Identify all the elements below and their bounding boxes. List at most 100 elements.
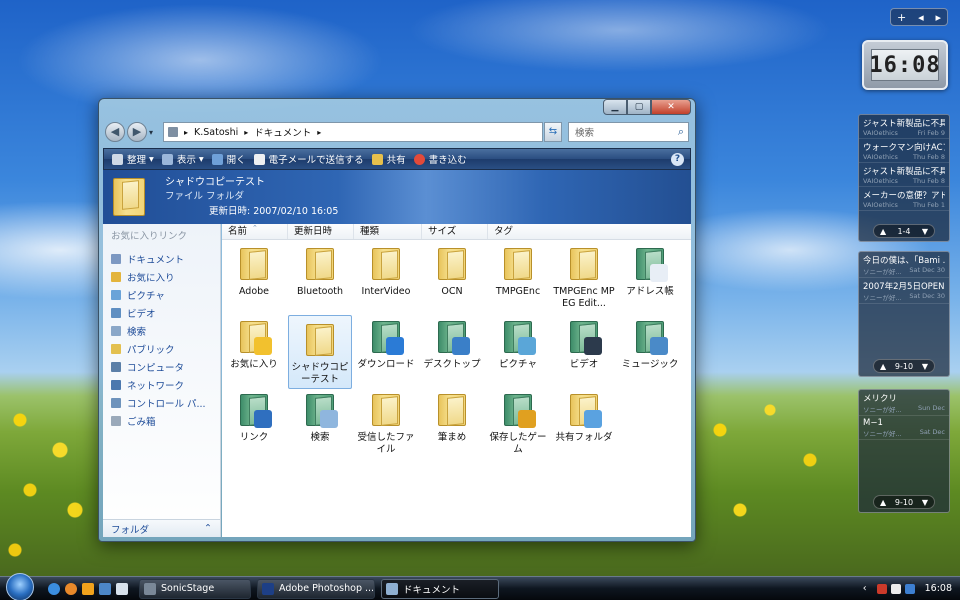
column-name[interactable]: ⌃ 名前: [222, 224, 288, 239]
column-type[interactable]: 種類: [354, 224, 422, 239]
ie-icon[interactable]: [48, 582, 60, 595]
pager-next-icon[interactable]: ▼: [922, 362, 928, 371]
folder-icon: [500, 242, 536, 282]
show-hidden-icons-icon[interactable]: ‹: [863, 583, 867, 594]
task-sonicstage[interactable]: SonicStage: [139, 578, 251, 599]
views-button[interactable]: 表示 ▾: [161, 152, 204, 166]
folder-item[interactable]: Adobe: [222, 242, 286, 298]
pager-next-icon[interactable]: ▼: [922, 498, 928, 507]
folder-item[interactable]: ダウンロード: [354, 315, 418, 371]
feed-pager[interactable]: ▲ 9-10 ▼: [873, 495, 935, 509]
media-player-icon[interactable]: [82, 582, 94, 595]
search-input[interactable]: 検索 ⌕: [568, 122, 689, 142]
refresh-button[interactable]: ⇆: [544, 122, 562, 142]
favorite-link[interactable]: ネットワーク: [103, 376, 220, 394]
folder-item[interactable]: シャドウコピーテスト: [288, 315, 352, 389]
column-size[interactable]: サイズ: [422, 224, 488, 239]
folder-item[interactable]: ミュージック: [618, 315, 682, 371]
folder-item[interactable]: TMPGEnc: [486, 242, 550, 298]
favorite-link[interactable]: パブリック: [103, 340, 220, 358]
folder-item[interactable]: リンク: [222, 388, 286, 444]
burn-button[interactable]: 書き込む: [413, 152, 467, 166]
headline-date: Thu Feb 1: [913, 201, 945, 209]
search-icon[interactable]: ⌕: [678, 125, 684, 139]
organize-button[interactable]: 整理 ▾: [112, 152, 154, 166]
pager-prev-icon[interactable]: ▲: [880, 498, 886, 507]
firefox-icon[interactable]: [65, 582, 77, 595]
favorite-link[interactable]: ドキュメント: [103, 250, 220, 268]
network-icon[interactable]: [876, 583, 887, 594]
favorite-link[interactable]: 検索: [103, 322, 220, 340]
feed-headline[interactable]: メリクリ ソニーが好... Sun Dec: [859, 390, 949, 416]
pager-next-icon[interactable]: ▼: [922, 227, 928, 236]
feed-headline[interactable]: 今日の僕は、「Bami ... ソニーが好... Sat Dec 30: [859, 252, 949, 278]
favorite-link[interactable]: ビデオ: [103, 304, 220, 322]
folder-item[interactable]: 受信したファイル: [354, 388, 418, 456]
mail-icon[interactable]: [116, 582, 128, 595]
address-bar[interactable]: ▸ K.Satoshi ▸ ドキュメント ▸: [163, 122, 543, 142]
email-button[interactable]: 電子メールで送信する: [253, 152, 364, 166]
folders-toggle[interactable]: フォルダ ⌃: [103, 519, 220, 537]
breadcrumb-separator-icon[interactable]: ▸: [184, 128, 188, 137]
back-button[interactable]: ◀: [105, 122, 125, 142]
clock-time: 16:08: [869, 49, 940, 81]
feed-headline[interactable]: M−1 ソニーが好... Sat Dec: [859, 416, 949, 440]
folder-item[interactable]: Bluetooth: [288, 242, 352, 298]
feed-gadget-vaio[interactable]: ジャスト新製品に不具...VAIOethicsFri Feb 9ウォークマン向け…: [858, 114, 950, 242]
folder-item[interactable]: InterVideo: [354, 242, 418, 298]
breadcrumb-documents[interactable]: ドキュメント: [254, 125, 311, 139]
maximize-button[interactable]: ▢: [627, 99, 651, 115]
sidebar-prev-button[interactable]: ◂: [918, 11, 924, 24]
favorite-link[interactable]: お気に入り: [103, 268, 220, 286]
favorite-link[interactable]: コンピュータ: [103, 358, 220, 376]
favorite-link[interactable]: ごみ箱: [103, 412, 220, 430]
start-button[interactable]: [6, 572, 34, 600]
sidebar-add-button[interactable]: +: [897, 11, 906, 24]
feed-gadget-sony[interactable]: 今日の僕は、「Bami ... ソニーが好... Sat Dec 30 2007年2月…: [858, 251, 950, 377]
recent-pages-dropdown[interactable]: ▾: [149, 128, 159, 137]
open-button[interactable]: 開く: [211, 152, 246, 166]
favorite-link[interactable]: ピクチャ: [103, 286, 220, 304]
folder-item[interactable]: 共有フォルダ: [552, 388, 616, 444]
show-desktop-icon[interactable]: [99, 582, 111, 595]
close-button[interactable]: ✕: [651, 99, 691, 115]
help-button[interactable]: ?: [671, 152, 684, 166]
folder-item[interactable]: TMPGEnc MPEG Edit...: [552, 242, 616, 310]
feed-pager[interactable]: ▲ 1-4 ▼: [873, 224, 935, 238]
feed-headline[interactable]: 2007年2月5日OPEN... ソニーが好... Sat Dec 30: [859, 278, 949, 304]
security-icon[interactable]: [904, 583, 915, 594]
folder-item[interactable]: ビデオ: [552, 315, 616, 371]
breadcrumb-separator-icon[interactable]: ▸: [244, 128, 248, 137]
favorite-link[interactable]: コントロール パ...: [103, 394, 220, 412]
folder-item[interactable]: アドレス帳: [618, 242, 682, 298]
feed-headline[interactable]: ジャスト新製品に不具...VAIOethics Thu Feb 8: [859, 163, 949, 187]
feed-gadget-sony-2[interactable]: メリクリ ソニーが好... Sun Dec M−1 ソニーが好... Sat Dec ▲ 9…: [858, 389, 950, 513]
folder-item[interactable]: OCN: [420, 242, 484, 298]
column-modified[interactable]: 更新日時: [288, 224, 354, 239]
forward-button[interactable]: ▶: [127, 122, 147, 142]
breadcrumb-separator-icon[interactable]: ▸: [317, 128, 321, 137]
feed-headline[interactable]: ジャスト新製品に不具...VAIOethics Fri Feb 9: [859, 115, 949, 139]
volume-icon[interactable]: [890, 583, 901, 594]
tray-clock[interactable]: 16:08: [925, 583, 952, 594]
folder-item[interactable]: ピクチャ: [486, 315, 550, 371]
share-button[interactable]: 共有: [371, 152, 406, 166]
folder-item[interactable]: 筆まめ: [420, 388, 484, 444]
email-label: 電子メールで送信する: [268, 155, 364, 166]
folder-item[interactable]: 検索: [288, 388, 352, 444]
feed-headline[interactable]: ウォークマン向けACア...VAIOethics Thu Feb 8: [859, 139, 949, 163]
folder-item[interactable]: デスクトップ: [420, 315, 484, 371]
minimize-button[interactable]: ▁: [603, 99, 627, 115]
clock-gadget[interactable]: 16:08: [862, 40, 948, 90]
task-documents[interactable]: ドキュメント: [381, 578, 499, 599]
folder-item[interactable]: お気に入り: [222, 315, 286, 371]
column-tags[interactable]: タグ: [488, 224, 554, 239]
folder-item[interactable]: 保存したゲーム: [486, 388, 550, 456]
breadcrumb-user[interactable]: K.Satoshi: [194, 127, 238, 138]
feed-headline[interactable]: メーカーの意便？アド...VAIOethics Thu Feb 1: [859, 187, 949, 211]
sidebar-next-button[interactable]: ▸: [936, 11, 942, 24]
pager-prev-icon[interactable]: ▲: [880, 227, 886, 236]
feed-pager[interactable]: ▲ 9-10 ▼: [873, 359, 935, 373]
pager-prev-icon[interactable]: ▲: [880, 362, 886, 371]
task-photoshop[interactable]: Adobe Photoshop ...: [257, 578, 375, 599]
